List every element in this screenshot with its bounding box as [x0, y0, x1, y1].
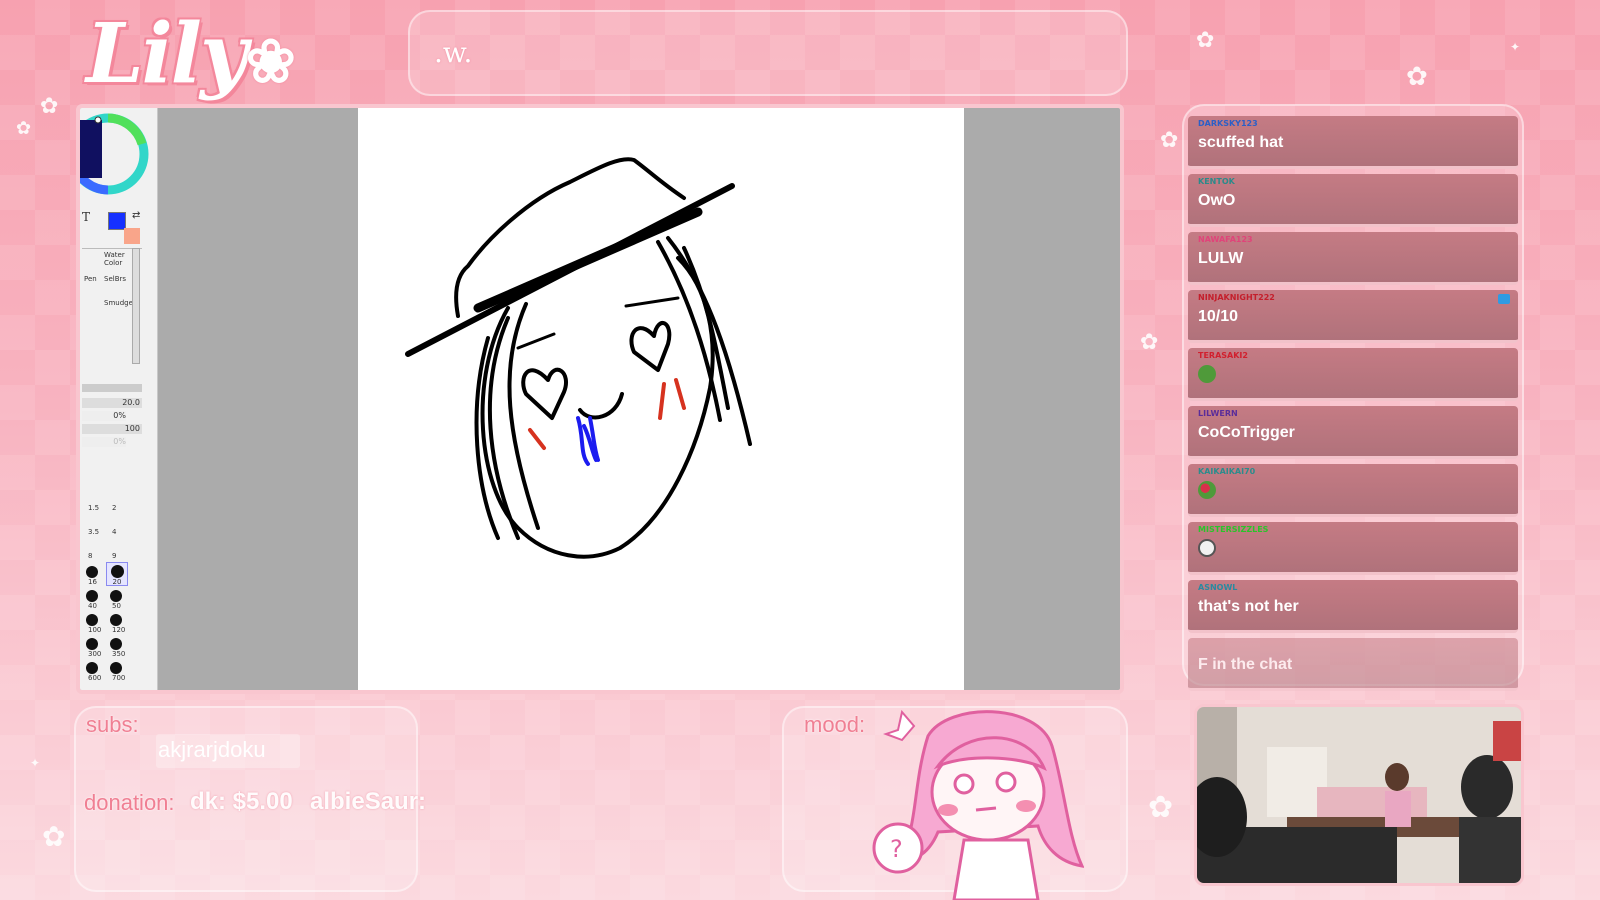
webcam-scene	[1197, 707, 1521, 883]
brush-preset-label[interactable]: 100	[88, 626, 101, 634]
brush-shape-row[interactable]	[82, 384, 142, 392]
latest-donation: dk: $5.00	[190, 788, 293, 815]
brush-preset-dot[interactable]	[110, 662, 122, 674]
flower-icon: ✿	[40, 94, 59, 119]
chat-text: F in the chat	[1198, 656, 1293, 673]
brush-preset-dot[interactable]	[86, 566, 98, 578]
selected-brush-preset[interactable]: 20	[106, 562, 128, 586]
paint-app-window: T ⇄ Water Color Pen SelBrs Smudge 20.0 0…	[76, 104, 1124, 694]
brush-preset-label[interactable]: 350	[112, 650, 125, 658]
channel-logo: Lily❀	[86, 6, 296, 102]
chat-username[interactable]: NINJAKNIGHT222	[1198, 292, 1508, 303]
sparkle-icon: ✦	[30, 756, 41, 770]
brush-preset-dot[interactable]	[86, 590, 98, 602]
chat-username[interactable]: KENTOK	[1198, 176, 1508, 187]
chat-username[interactable]: DARKSKY123	[1198, 118, 1508, 129]
brush-size-slider[interactable]: 20.0	[82, 398, 142, 408]
brush-preset-label[interactable]: 600	[88, 674, 101, 682]
pepe-emote-icon	[1198, 365, 1216, 383]
chat-message: NINJAKNIGHT222 10/10	[1188, 290, 1518, 343]
donation-ticker: albieSaur:	[310, 788, 427, 815]
chat-username[interactable]	[1198, 640, 1508, 651]
chat-message: TERASAKI2	[1188, 348, 1518, 401]
sparkle-icon: ✦	[1510, 40, 1521, 54]
brush-preset-label[interactable]: 50	[112, 602, 121, 610]
flower-icon: ✿	[1196, 28, 1215, 53]
mood-label: mood:	[804, 712, 866, 737]
chat-message: KENTOK OwO	[1188, 174, 1518, 227]
brush-preset-label[interactable]: 1.5	[88, 504, 99, 512]
white-face-emote-icon	[1198, 539, 1216, 557]
smudge-tool[interactable]: Smudge	[104, 299, 133, 307]
lily-flower-icon: ❀	[245, 27, 296, 97]
chat-text: 10/10	[1198, 308, 1239, 325]
brush-preset-dot[interactable]	[86, 638, 98, 650]
chat-text: CoCoTrigger	[1198, 424, 1295, 441]
question-mark-icon: ?	[890, 835, 903, 863]
pepe-rose-emote-icon	[1198, 481, 1216, 499]
flower-icon: ✿	[1160, 128, 1179, 153]
blending-slider[interactable]: 0%	[82, 437, 126, 447]
brush-preset-label[interactable]: 16	[88, 578, 97, 586]
brush-preset-label[interactable]: 8	[88, 552, 92, 560]
chat-list: DARKSKY123 scuffed hat KENTOK OwO NAWAFA…	[1188, 116, 1518, 696]
brush-preset-dot[interactable]	[110, 638, 122, 650]
brush-preset-label[interactable]: 3.5	[88, 528, 99, 536]
opacity-slider[interactable]: 0%	[82, 411, 126, 421]
brush-preset-label[interactable]: 9	[112, 552, 116, 560]
flower-icon: ✿	[42, 820, 66, 853]
chat-message: MISTERSIZZLES	[1188, 522, 1518, 575]
chat-message: KAIKAIKAI70	[1188, 464, 1518, 517]
flower-icon: ✿	[16, 118, 32, 139]
chat-message: DARKSKY123 scuffed hat	[1188, 116, 1518, 169]
brush-preset-label[interactable]: 40	[88, 602, 97, 610]
chat-message: ASNOWL that's not her	[1188, 580, 1518, 633]
chat-message: NAWAFA123 LULW	[1188, 232, 1518, 285]
latest-subscriber: akjrarjdoku	[156, 734, 300, 768]
drawing-canvas[interactable]	[358, 108, 964, 690]
chat-username[interactable]: KAIKAIKAI70	[1198, 466, 1508, 477]
brush-preset-dot[interactable]	[110, 590, 122, 602]
selection-brush-tool[interactable]: SelBrs	[104, 275, 126, 283]
secondary-color-swatch[interactable]	[124, 228, 140, 244]
chat-message: LILWERN CoCoTrigger	[1188, 406, 1518, 459]
webcam-feed	[1194, 704, 1524, 886]
paint-toolbar: T ⇄ Water Color Pen SelBrs Smudge 20.0 0…	[80, 108, 158, 690]
chat-username[interactable]: MISTERSIZZLES	[1198, 524, 1508, 535]
chat-text: LULW	[1198, 250, 1244, 267]
brush-preset-label[interactable]: 300	[88, 650, 101, 658]
flower-icon: ✿	[1140, 330, 1159, 355]
color-wheel[interactable]	[80, 108, 158, 208]
stream-title: .w.	[434, 36, 473, 69]
title-panel	[408, 10, 1128, 96]
brush-preset-dot[interactable]	[86, 662, 98, 674]
tool-scrollbar[interactable]	[132, 248, 140, 364]
chat-username[interactable]: TERASAKI2	[1198, 350, 1508, 361]
brush-preset-dot[interactable]	[110, 614, 122, 626]
face-doodle	[405, 157, 752, 559]
subs-label: subs:	[86, 712, 139, 737]
brush-preset-label[interactable]: 4	[112, 528, 116, 536]
chat-username[interactable]: NAWAFA123	[1198, 234, 1508, 245]
swap-colors-icon[interactable]: ⇄	[132, 210, 140, 221]
brush-preset-label[interactable]: 2	[112, 504, 116, 512]
chat-message: F in the chat	[1188, 638, 1518, 691]
donation-label: donation:	[84, 790, 175, 815]
chat-text: OwO	[1198, 192, 1236, 209]
brush-preset-label[interactable]: 700	[112, 674, 125, 682]
flower-icon: ✿	[1406, 62, 1428, 92]
subscriber-badge-icon	[1498, 294, 1510, 304]
chat-username[interactable]: ASNOWL	[1198, 582, 1508, 593]
text-tool-icon[interactable]: T	[82, 210, 90, 224]
brush-size-presets: 1.5 2 3.5 4 8 9 16 20 40 50 100 120 300 …	[82, 500, 142, 686]
brush-preset-dot[interactable]	[86, 614, 98, 626]
chat-text: scuffed hat	[1198, 134, 1284, 151]
mood-character-illustration: ?	[872, 709, 1084, 900]
pen-tool[interactable]: Pen	[84, 275, 97, 283]
flower-icon: ✿	[1148, 790, 1174, 825]
density-slider[interactable]: 100	[82, 424, 142, 434]
chat-text: that's not her	[1198, 598, 1299, 615]
brush-preset-label[interactable]: 120	[112, 626, 125, 634]
chat-username[interactable]: LILWERN	[1198, 408, 1508, 419]
